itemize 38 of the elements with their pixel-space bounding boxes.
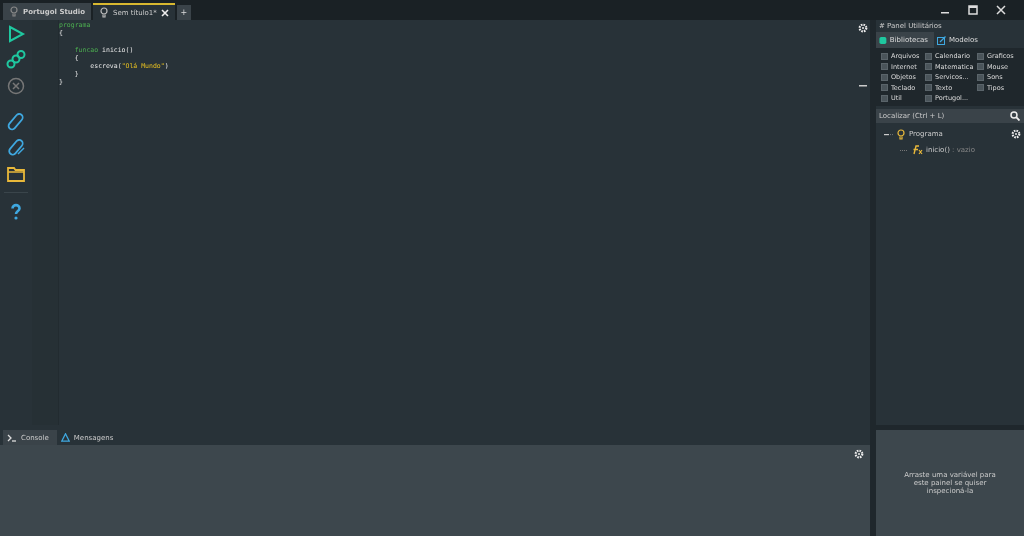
close-icon[interactable]	[160, 8, 169, 17]
checkbox[interactable]	[925, 52, 932, 60]
maximize-icon[interactable]	[968, 5, 978, 15]
bell-icon	[60, 433, 70, 442]
checkbox[interactable]	[977, 84, 984, 92]
lightbulb-icon	[9, 6, 19, 17]
collapse-icon[interactable]	[884, 131, 893, 137]
checkbox[interactable]	[881, 63, 888, 71]
function-icon	[911, 145, 923, 156]
checkbox[interactable]	[881, 52, 888, 60]
checkbox[interactable]	[977, 52, 984, 60]
checkbox[interactable]	[977, 63, 984, 71]
checkbox[interactable]	[881, 84, 888, 92]
checkbox[interactable]	[977, 73, 984, 81]
settings-icon[interactable]	[1011, 129, 1021, 140]
search-icon[interactable]	[1010, 111, 1020, 122]
checkbox[interactable]	[925, 84, 932, 92]
settings-icon[interactable]	[854, 449, 864, 459]
checkbox[interactable]	[925, 63, 932, 71]
tree-branch-icon	[900, 147, 908, 153]
checkbox[interactable]	[925, 73, 932, 81]
cube-icon	[879, 35, 887, 45]
close-icon[interactable]	[996, 5, 1006, 15]
lightbulb-icon	[98, 7, 109, 18]
play-icon[interactable]	[6, 24, 26, 44]
checkbox[interactable]	[925, 94, 932, 102]
terminal-icon	[7, 433, 17, 442]
folder-icon[interactable]	[6, 164, 26, 184]
linked-circles-icon[interactable]	[6, 50, 26, 70]
settings-icon[interactable]	[858, 23, 868, 33]
paperclip-pen-icon[interactable]	[6, 138, 26, 158]
lightbulb-icon	[896, 128, 906, 140]
checkbox[interactable]	[881, 94, 888, 102]
new-tab-button[interactable]: +	[176, 5, 191, 20]
checkbox[interactable]	[881, 73, 888, 81]
edit-icon	[937, 35, 946, 45]
paperclip-icon[interactable]	[6, 112, 26, 132]
collapse-icon[interactable]	[859, 85, 867, 88]
